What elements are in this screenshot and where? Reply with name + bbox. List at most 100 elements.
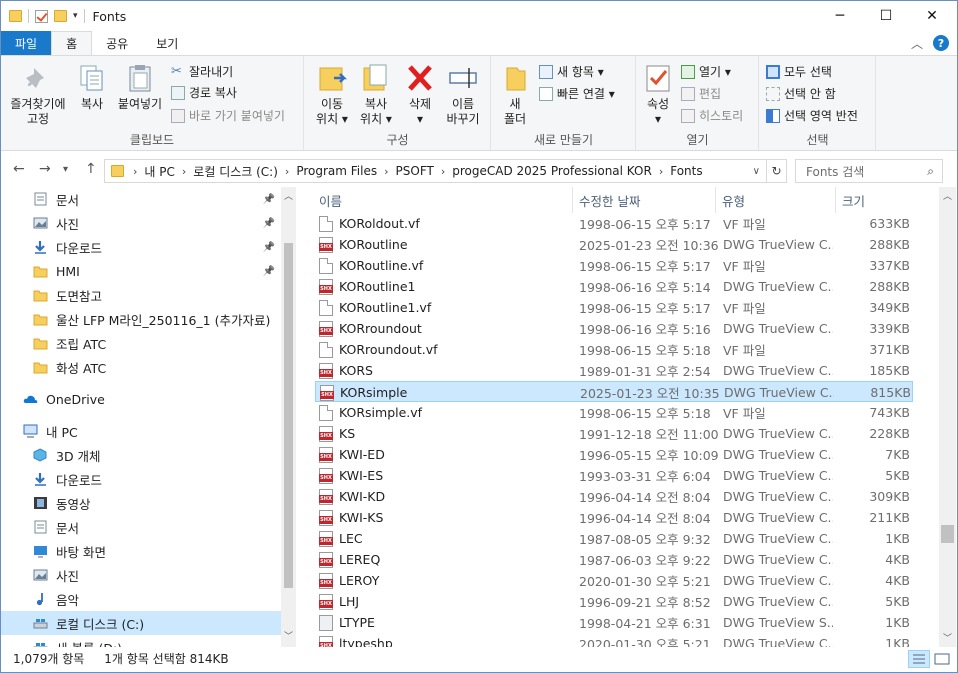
chevron-right-icon[interactable]: › bbox=[282, 165, 292, 178]
invert-selection-button[interactable]: 선택 영역 반전 bbox=[766, 107, 858, 124]
properties-quick-icon[interactable] bbox=[35, 9, 48, 23]
help-icon[interactable]: ? bbox=[933, 35, 949, 51]
move-to-button[interactable]: 이동 위치 ▾ bbox=[311, 62, 353, 127]
file-list-scrollbar[interactable]: ︿ ﹀ bbox=[939, 187, 956, 647]
minimize-button[interactable]: ─ bbox=[817, 1, 863, 31]
nav-quick-item[interactable]: 화성 ATC bbox=[1, 355, 281, 379]
file-row[interactable]: SHX KORroundout 1998-06-16 오후 5:16 DWG True… bbox=[315, 318, 913, 339]
file-row[interactable]: SHX LEC 1987-08-05 오후 9:32 DWG TrueView C..… bbox=[315, 528, 913, 549]
copy-path-button[interactable]: 경로 복사 bbox=[171, 84, 237, 101]
file-row[interactable]: SHX ltypeshp 2020-01-30 오후 5:21 DWG TrueVie… bbox=[315, 633, 913, 647]
copy-to-button[interactable]: 복사 위치 ▾ bbox=[355, 62, 397, 127]
nav-pc-item[interactable]: 로컬 디스크 (C:) bbox=[1, 611, 281, 635]
paste-shortcut-button[interactable]: 바로 가기 붙여넣기 bbox=[171, 107, 285, 124]
column-size[interactable]: 크기 bbox=[836, 187, 916, 213]
breadcrumb-localdisk[interactable]: 로컬 디스크 (C:) bbox=[189, 163, 282, 180]
nav-scrollbar[interactable]: ︿ ﹀ bbox=[281, 187, 296, 647]
breadcrumb-progecad[interactable]: progeCAD 2025 Professional KOR bbox=[448, 164, 656, 178]
file-row[interactable]: SHX KORoutline1 1998-06-16 오후 5:14 DWG True… bbox=[315, 276, 913, 297]
nav-quick-item[interactable]: 사진 📌 bbox=[1, 211, 281, 235]
chevron-right-icon[interactable]: › bbox=[438, 165, 448, 178]
nav-onedrive[interactable]: OneDrive bbox=[1, 387, 281, 411]
new-item-button[interactable]: 새 항목 ▾ bbox=[539, 63, 604, 80]
file-row[interactable]: SHX LHJ 1996-09-21 오후 8:52 DWG TrueView C..… bbox=[315, 591, 913, 612]
chevron-right-icon[interactable]: › bbox=[656, 165, 666, 178]
back-arrow-icon[interactable]: ← bbox=[13, 161, 25, 177]
breadcrumb-programfiles[interactable]: Program Files bbox=[292, 164, 381, 178]
recent-locations-icon[interactable]: ▾ bbox=[63, 164, 68, 175]
select-none-button[interactable]: 선택 안 함 bbox=[766, 85, 836, 102]
chevron-right-icon[interactable]: › bbox=[381, 165, 391, 178]
pin-quick-access-button[interactable]: 즐겨찾기에 고정 bbox=[5, 62, 71, 127]
breadcrumb-psoft[interactable]: PSOFT bbox=[392, 164, 438, 178]
file-row[interactable]: KORsimple.vf 1998-06-15 오후 5:18 VF 파일 743KB bbox=[315, 402, 913, 423]
file-scroll-thumb[interactable] bbox=[941, 525, 954, 543]
nav-pc-item[interactable]: 3D 개체 bbox=[1, 443, 281, 467]
file-row[interactable]: SHX KORsimple 2025-01-23 오전 10:35 DWG TrueV… bbox=[315, 381, 913, 402]
breadcrumb-fonts[interactable]: Fonts bbox=[666, 164, 706, 178]
paste-button[interactable]: 붙여넣기 bbox=[114, 62, 166, 112]
file-row[interactable]: LTYPE 1998-04-21 오후 6:31 DWG TrueView S...… bbox=[315, 612, 913, 633]
nav-pc-item[interactable]: 동영상 bbox=[1, 491, 281, 515]
nav-pc-item[interactable]: 다운로드 bbox=[1, 467, 281, 491]
file-row[interactable]: SHX KWI-ED 1996-05-15 오후 10:09 DWG TrueView… bbox=[315, 444, 913, 465]
forward-arrow-icon[interactable]: → bbox=[39, 161, 51, 177]
column-type[interactable]: 유형 bbox=[716, 187, 836, 213]
nav-quick-item[interactable]: 도면참고 bbox=[1, 283, 281, 307]
tab-share[interactable]: 공유 bbox=[92, 31, 142, 55]
nav-quick-item[interactable]: 다운로드 📌 bbox=[1, 235, 281, 259]
column-date[interactable]: 수정한 날짜 bbox=[573, 187, 716, 213]
address-bar[interactable]: › 내 PC › 로컬 디스크 (C:) › Program Files › P… bbox=[104, 159, 787, 183]
breadcrumb-thispc[interactable]: 내 PC bbox=[140, 163, 178, 180]
nav-pc-item[interactable]: 음악 bbox=[1, 587, 281, 611]
new-folder-button[interactable]: 새 폴더 bbox=[498, 62, 532, 127]
file-row[interactable]: SHX KWI-ES 1993-03-31 오후 6:04 DWG TrueView … bbox=[315, 465, 913, 486]
search-box[interactable]: Fonts 검색 ⌕ bbox=[795, 159, 943, 183]
refresh-icon[interactable]: ↻ bbox=[766, 160, 786, 182]
edit-button[interactable]: 편집 bbox=[681, 85, 721, 102]
properties-button[interactable]: 속성 ▾ bbox=[641, 62, 675, 127]
nav-quick-item[interactable]: 문서 📌 bbox=[1, 187, 281, 211]
file-row[interactable]: KORoutline1.vf 1998-06-15 오후 5:17 VF 파일 349… bbox=[315, 297, 913, 318]
rename-button[interactable]: 이름 바꾸기 bbox=[441, 62, 485, 127]
nav-quick-item[interactable]: HMI 📌 bbox=[1, 259, 281, 283]
nav-thispc[interactable]: 내 PC bbox=[1, 419, 281, 443]
tab-home[interactable]: 홈 bbox=[51, 31, 93, 55]
copy-button[interactable]: 복사 bbox=[77, 62, 107, 112]
file-row[interactable]: SHX LEROY 2020-01-30 오후 5:21 DWG TrueView C… bbox=[315, 570, 913, 591]
easy-access-button[interactable]: 빠른 연결 ▾ bbox=[539, 85, 615, 102]
maximize-button[interactable]: ☐ bbox=[863, 1, 909, 31]
nav-quick-item[interactable]: 조립 ATC bbox=[1, 331, 281, 355]
nav-pc-item[interactable]: 바탕 화면 bbox=[1, 539, 281, 563]
file-row[interactable]: SHX KWI-KS 1996-04-14 오전 8:04 DWG TrueView … bbox=[315, 507, 913, 528]
open-button[interactable]: 열기 ▾ bbox=[681, 63, 731, 80]
history-button[interactable]: 히스토리 bbox=[681, 107, 743, 124]
file-row[interactable]: KORroundout.vf 1998-06-15 오후 5:18 VF 파일 371… bbox=[315, 339, 913, 360]
file-row[interactable]: SHX KORoutline 2025-01-23 오전 10:36 DWG True… bbox=[315, 234, 913, 255]
search-input[interactable]: Fonts 검색 bbox=[806, 163, 864, 180]
up-arrow-icon[interactable]: ↑ bbox=[85, 161, 97, 177]
chevron-right-icon[interactable]: › bbox=[179, 165, 189, 178]
file-row[interactable]: SHX KORS 1989-01-31 오후 2:54 DWG TrueView C.… bbox=[315, 360, 913, 381]
file-row[interactable]: KORoutline.vf 1998-06-15 오후 5:17 VF 파일 337K… bbox=[315, 255, 913, 276]
collapse-ribbon-icon[interactable]: ︿ bbox=[911, 35, 923, 52]
column-name[interactable]: 이름 bbox=[313, 187, 573, 213]
chevron-right-icon[interactable]: › bbox=[130, 165, 140, 178]
nav-pc-item[interactable]: 사진 bbox=[1, 563, 281, 587]
new-folder-quick-icon[interactable] bbox=[54, 10, 67, 22]
tab-view[interactable]: 보기 bbox=[142, 31, 192, 55]
file-row[interactable]: SHX KS 1991-12-18 오전 11:00 DWG TrueView C..… bbox=[315, 423, 913, 444]
close-button[interactable]: ✕ bbox=[909, 1, 955, 31]
delete-button[interactable]: 삭제 ▾ bbox=[401, 62, 439, 127]
select-all-button[interactable]: 모두 선택 bbox=[766, 63, 832, 80]
nav-pc-item[interactable]: 새 볼륨 (D:) bbox=[1, 635, 281, 647]
file-row[interactable]: KORoldout.vf 1998-06-15 오후 5:17 VF 파일 633KB bbox=[315, 213, 913, 234]
nav-pc-item[interactable]: 문서 bbox=[1, 515, 281, 539]
nav-quick-item[interactable]: 울산 LFP M라인_250116_1 (추가자료) bbox=[1, 307, 281, 331]
nav-scroll-thumb[interactable] bbox=[284, 243, 293, 588]
large-icons-view-button[interactable] bbox=[931, 650, 953, 668]
file-row[interactable]: SHX LEREQ 1987-06-03 오후 9:22 DWG TrueView C… bbox=[315, 549, 913, 570]
tab-file[interactable]: 파일 bbox=[1, 31, 52, 55]
cut-button[interactable]: ✂ 잘라내기 bbox=[171, 63, 233, 80]
customize-quick-access-icon[interactable]: ▾ bbox=[73, 11, 78, 21]
